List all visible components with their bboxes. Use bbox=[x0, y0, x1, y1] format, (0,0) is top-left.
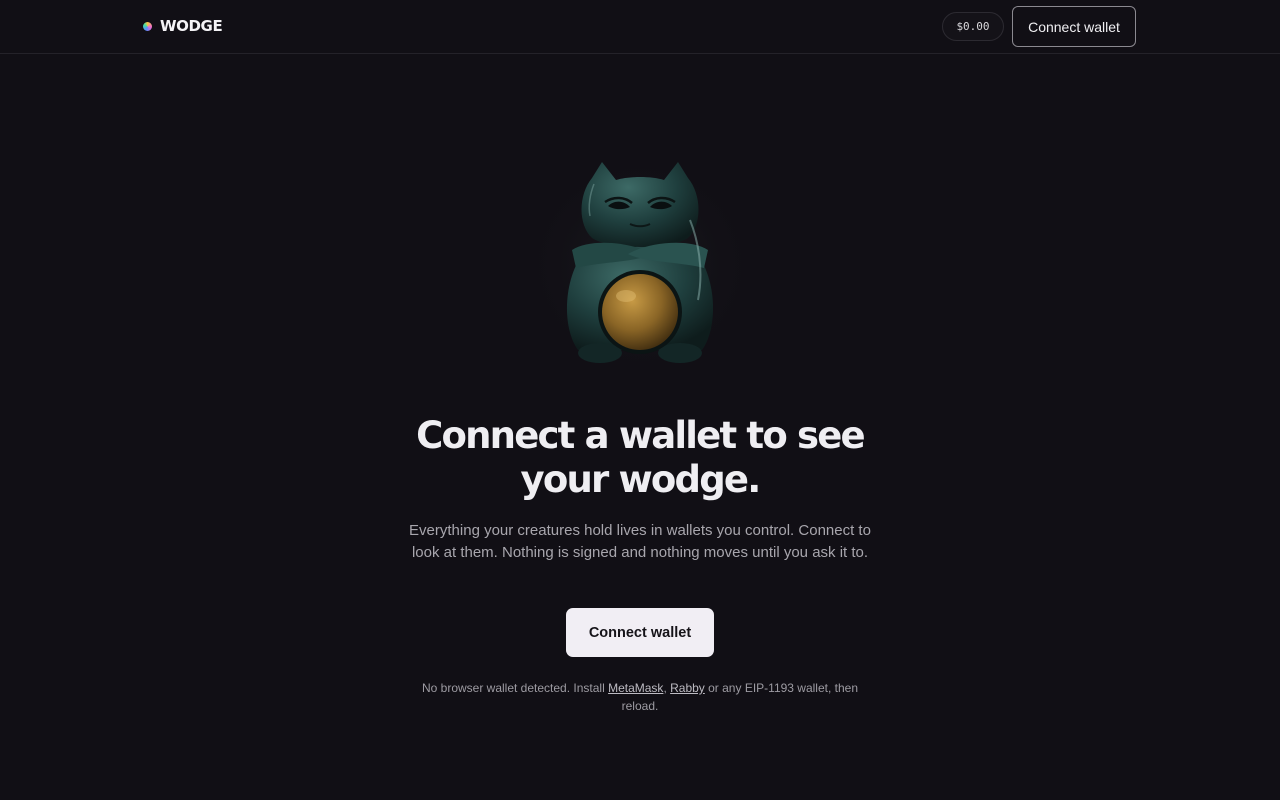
page-description: Everything your creatures hold lives in … bbox=[409, 522, 871, 561]
no-wallet-notice: No browser wallet detected. Install Meta… bbox=[405, 679, 875, 715]
page-headline: Connect a wallet to see your wodge. bbox=[416, 414, 865, 501]
rabby-link[interactable]: Rabby bbox=[670, 681, 705, 695]
brand-dot-icon bbox=[143, 21, 152, 31]
creature-figurine-image bbox=[522, 153, 758, 377]
header-connect-wallet-button[interactable]: Connect wallet bbox=[1012, 6, 1136, 47]
notice-prefix: No browser wallet detected. Install bbox=[421, 681, 609, 695]
metamask-link[interactable]: MetaMask bbox=[608, 681, 663, 695]
top-navigation-bar: WODGE $0.00 Connect wallet bbox=[0, 0, 1280, 54]
brand-logo[interactable]: WODGE bbox=[143, 15, 223, 37]
brand-name: WODGE bbox=[160, 17, 223, 35]
connect-wallet-button[interactable]: Connect wallet bbox=[566, 608, 714, 657]
balance-pill: $0.00 bbox=[942, 12, 1004, 41]
